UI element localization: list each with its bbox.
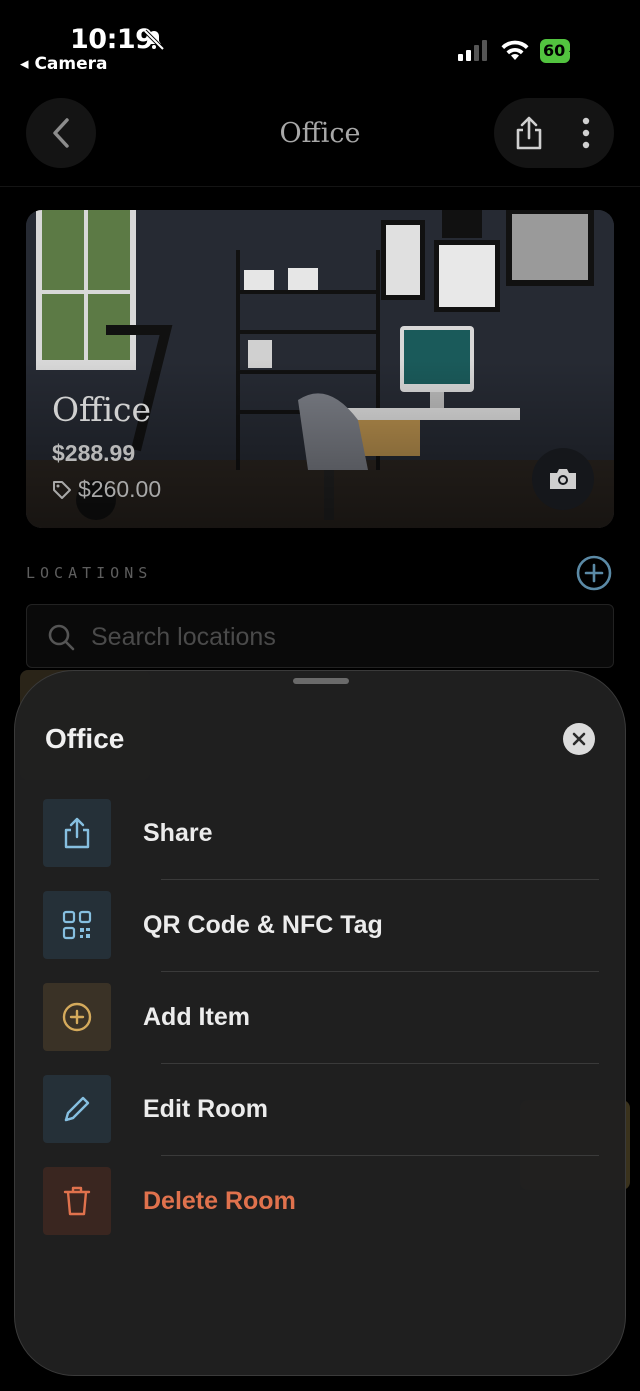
menu-item-add-item[interactable]: Add Item bbox=[43, 983, 599, 1064]
menu-divider bbox=[161, 971, 599, 972]
menu-label-qr-code: QR Code & NFC Tag bbox=[143, 911, 383, 939]
share-icon bbox=[516, 116, 542, 150]
add-circle-icon bbox=[62, 1002, 92, 1032]
price-tag-icon bbox=[53, 480, 71, 499]
menu-item-delete-room[interactable]: Delete Room bbox=[43, 1167, 599, 1237]
header-divider bbox=[0, 186, 640, 187]
silent-bell-icon bbox=[142, 28, 166, 57]
nav-action-group bbox=[494, 98, 614, 168]
edit-room-icon-tile bbox=[43, 1075, 111, 1143]
more-vertical-icon bbox=[582, 117, 590, 149]
location-search-bar bbox=[26, 604, 614, 668]
close-icon bbox=[572, 732, 586, 746]
menu-item-edit-room[interactable]: Edit Room bbox=[43, 1075, 599, 1156]
back-to-camera-link[interactable]: ◂ Camera bbox=[20, 54, 108, 74]
add-item-icon-tile bbox=[43, 983, 111, 1051]
room-actions-sheet: Office Share QR Code & NFC Tag Add Item … bbox=[14, 670, 626, 1376]
menu-divider bbox=[161, 879, 599, 880]
menu-label-share: Share bbox=[143, 819, 213, 847]
locations-section-label: LOCATIONS bbox=[26, 564, 153, 582]
tag-price-text: $260.00 bbox=[78, 476, 162, 502]
add-circle-icon bbox=[576, 555, 612, 591]
room-total-value: $288.99 bbox=[52, 440, 136, 466]
sheet-title: Office bbox=[45, 723, 125, 754]
change-photo-button[interactable] bbox=[532, 448, 594, 510]
menu-item-share[interactable]: Share bbox=[43, 799, 599, 880]
sheet-grabber[interactable] bbox=[293, 678, 349, 684]
search-icon bbox=[47, 623, 75, 656]
cellular-signal-icon bbox=[458, 40, 490, 67]
menu-label-add-item: Add Item bbox=[143, 1003, 250, 1031]
share-icon bbox=[64, 817, 90, 849]
wifi-icon bbox=[500, 38, 530, 67]
menu-label-edit-room: Edit Room bbox=[143, 1095, 268, 1123]
room-tag-value: $260.00 bbox=[52, 476, 161, 503]
battery-level: 60 bbox=[540, 39, 570, 63]
room-photo-card[interactable]: Office $288.99 $260.00 bbox=[26, 210, 614, 528]
menu-item-qr-code[interactable]: QR Code & NFC Tag bbox=[43, 891, 599, 972]
nav-header: Office bbox=[0, 98, 640, 170]
add-location-button[interactable] bbox=[576, 555, 612, 591]
qr-icon-tile bbox=[43, 891, 111, 959]
room-name: Office bbox=[52, 390, 152, 429]
status-bar: 10:19 ◂ Camera 60 bbox=[0, 0, 640, 80]
menu-divider bbox=[161, 1155, 599, 1156]
share-icon-tile bbox=[43, 799, 111, 867]
trash-icon bbox=[63, 1186, 91, 1216]
search-input[interactable] bbox=[91, 619, 591, 655]
delete-room-icon-tile bbox=[43, 1167, 111, 1235]
pencil-icon bbox=[64, 1096, 90, 1122]
menu-divider bbox=[161, 1063, 599, 1064]
more-options-button[interactable] bbox=[564, 108, 608, 158]
share-button[interactable] bbox=[504, 108, 554, 158]
menu-label-delete-room: Delete Room bbox=[143, 1187, 296, 1215]
status-time: 10:19 bbox=[70, 24, 154, 55]
close-sheet-button[interactable] bbox=[563, 723, 595, 755]
qr-code-icon bbox=[62, 910, 92, 940]
camera-icon bbox=[550, 469, 576, 489]
